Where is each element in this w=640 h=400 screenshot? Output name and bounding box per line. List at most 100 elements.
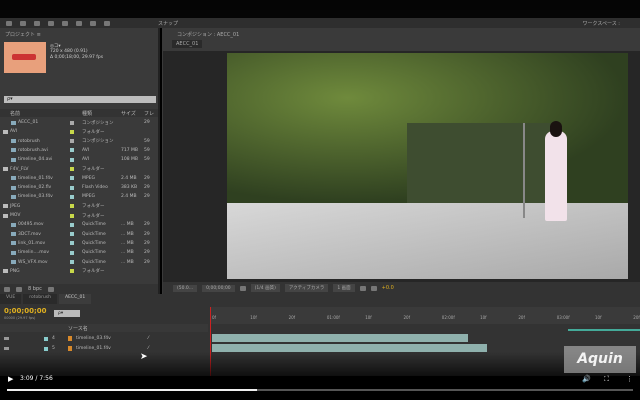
file-icon	[11, 139, 16, 144]
label-swatch[interactable]	[70, 204, 74, 209]
item-type: QuickTime	[82, 250, 106, 256]
viewer-toolbar: (50.0... 0;00;00;00 (1/4 画質) アクティブカメラ 1 …	[163, 282, 640, 294]
rotate-tool-icon[interactable]	[48, 20, 54, 26]
item-size: ... MB	[121, 222, 134, 228]
composition-tab[interactable]: コンポジション : AECC_01	[172, 30, 640, 39]
project-item-row[interactable]: timelin....mov QuickTime ... MB 29	[0, 248, 158, 257]
item-frame-rate: 59	[144, 157, 150, 163]
label-swatch[interactable]	[70, 120, 74, 125]
item-type: フォルダー	[82, 167, 105, 172]
timeline-tab[interactable]: rotobrush	[23, 294, 57, 304]
label-swatch[interactable]	[70, 129, 74, 134]
folder-row[interactable]: F4V_FLV フォルダー	[0, 165, 158, 174]
project-item-row[interactable]: 3DCT.mov QuickTime ... MB 29	[0, 230, 158, 239]
folder-row[interactable]: MOV フォルダー	[0, 211, 158, 220]
col-frame[interactable]: フレ	[144, 110, 154, 117]
folder-row[interactable]: AVI フォルダー	[0, 127, 158, 136]
label-swatch[interactable]	[70, 185, 74, 190]
project-item-row[interactable]: AECC_01 コンポジション 29	[0, 118, 158, 127]
visibility-icon[interactable]	[4, 347, 9, 350]
new-comp-icon[interactable]	[16, 286, 22, 292]
item-name: rotobrush	[18, 138, 40, 144]
pen-tool-icon[interactable]	[76, 20, 82, 26]
volume-icon[interactable]: 🔊	[582, 375, 591, 383]
project-item-row[interactable]: timeline_04.avi AVI 108 MB 59	[0, 155, 158, 164]
trash-icon[interactable]	[47, 286, 54, 292]
project-item-row[interactable]: timeline_01.f4v MPEG 2.4 MB 29	[0, 174, 158, 183]
viewer-timecode[interactable]: 0;00;00;00	[202, 284, 235, 292]
folder-row[interactable]: JPEG フォルダー	[0, 202, 158, 211]
grid-icon[interactable]	[359, 285, 366, 291]
play-icon[interactable]: ▶	[8, 375, 13, 383]
ruler-tick: 0f	[212, 315, 216, 320]
project-item-row[interactable]: rotobrush コンポジション 59	[0, 137, 158, 146]
label-swatch[interactable]	[70, 157, 74, 162]
item-type: QuickTime	[82, 240, 106, 246]
item-name: JPEG	[10, 203, 21, 209]
pen-switch-icon[interactable]: ⁄	[148, 336, 149, 341]
timeline-tab[interactable]: VUE	[0, 294, 22, 304]
more-options-icon[interactable]: ⋮	[626, 375, 633, 383]
layer-row[interactable]: 4 timeline_03.f4v ⁄	[0, 334, 208, 343]
camera-tool-icon[interactable]	[62, 20, 68, 26]
project-item-row[interactable]: link_01.mov QuickTime ... MB 29	[0, 239, 158, 248]
label-swatch[interactable]	[70, 241, 74, 246]
item-type: コンポジション	[82, 139, 114, 145]
label-swatch[interactable]	[70, 139, 74, 144]
bpc-button[interactable]: 8 bpc	[28, 286, 42, 292]
fullscreen-icon[interactable]: ⛶	[604, 375, 609, 384]
layer-bar[interactable]	[212, 334, 468, 342]
label-swatch[interactable]	[70, 148, 74, 153]
flowchart-icon[interactable]	[370, 285, 377, 291]
selection-tool-icon[interactable]	[6, 20, 12, 26]
brush-tool-icon[interactable]	[104, 20, 110, 26]
col-size[interactable]: サイズ	[121, 110, 136, 117]
pen-switch-icon[interactable]: ⁄	[148, 346, 149, 351]
folder-row[interactable]: PNG フォルダー	[0, 267, 158, 276]
timeline-tab-active[interactable]: AECC_01	[59, 294, 92, 304]
col-name[interactable]: 名前	[10, 110, 20, 117]
visibility-icon[interactable]	[4, 337, 9, 340]
label-swatch[interactable]	[70, 167, 74, 171]
layer-bar[interactable]	[212, 344, 487, 352]
label-swatch[interactable]	[70, 194, 74, 199]
item-name: timeline_02.flv	[18, 185, 52, 191]
hand-tool-icon[interactable]	[20, 20, 26, 26]
camera-select[interactable]: アクティブカメラ	[284, 284, 329, 292]
zoom-tool-icon[interactable]	[34, 20, 40, 26]
folder-icon[interactable]	[4, 286, 10, 292]
label-swatch[interactable]	[70, 176, 74, 181]
label-swatch[interactable]	[44, 346, 48, 351]
views-select[interactable]: 1 画面	[333, 284, 355, 292]
ruler-tick: 20f	[518, 315, 525, 320]
label-swatch[interactable]	[70, 260, 74, 264]
project-bottom-bar: 8 bpc	[0, 284, 158, 294]
timeline-timecode[interactable]: 0;00;00;00	[4, 307, 47, 315]
project-item-row[interactable]: 00495.mov QuickTime ... MB 29	[0, 220, 158, 229]
project-search-input[interactable]: ρ▾	[4, 96, 156, 103]
file-icon	[11, 260, 16, 264]
label-swatch[interactable]	[70, 250, 74, 255]
project-item-row[interactable]: timeline_02.flv Flash Video 383 KB 29	[0, 183, 158, 192]
project-item-row[interactable]: timeline_03.f4v MPEG 2.4 MB 29	[0, 192, 158, 201]
label-swatch[interactable]	[44, 336, 48, 341]
time-ruler[interactable]: 0f 10f 20f 01:00f 10f 20f 02:00f 10f 20f 03:00f 10…	[210, 307, 640, 324]
label-swatch[interactable]	[70, 222, 74, 227]
resolution-select[interactable]: (1/4 画質)	[250, 284, 280, 292]
project-item-row[interactable]: rotobrush.avi AVI 717 MB 59	[0, 146, 158, 155]
label-swatch[interactable]	[70, 269, 74, 274]
snapshot-icon[interactable]	[239, 285, 246, 291]
workspace-select[interactable]: ワークスペース :	[582, 20, 620, 27]
comp-label[interactable]: AECC_01	[172, 40, 203, 48]
snap-checkbox[interactable]: スナップ	[158, 20, 178, 27]
work-area-bar	[568, 329, 640, 331]
timeline-search-input[interactable]: ρ▾	[54, 310, 80, 317]
exposure-value[interactable]: +0.0	[382, 285, 394, 291]
col-type[interactable]: 種類	[82, 110, 92, 117]
project-item-row[interactable]: WS_VFX.mov QuickTime ... MB 29	[0, 258, 158, 267]
zoom-select[interactable]: (50.0...	[173, 284, 198, 292]
label-swatch[interactable]	[70, 213, 74, 218]
text-tool-icon[interactable]	[90, 20, 96, 26]
project-tab[interactable]: プロジェクト ≡	[0, 30, 158, 39]
label-swatch[interactable]	[70, 232, 74, 237]
